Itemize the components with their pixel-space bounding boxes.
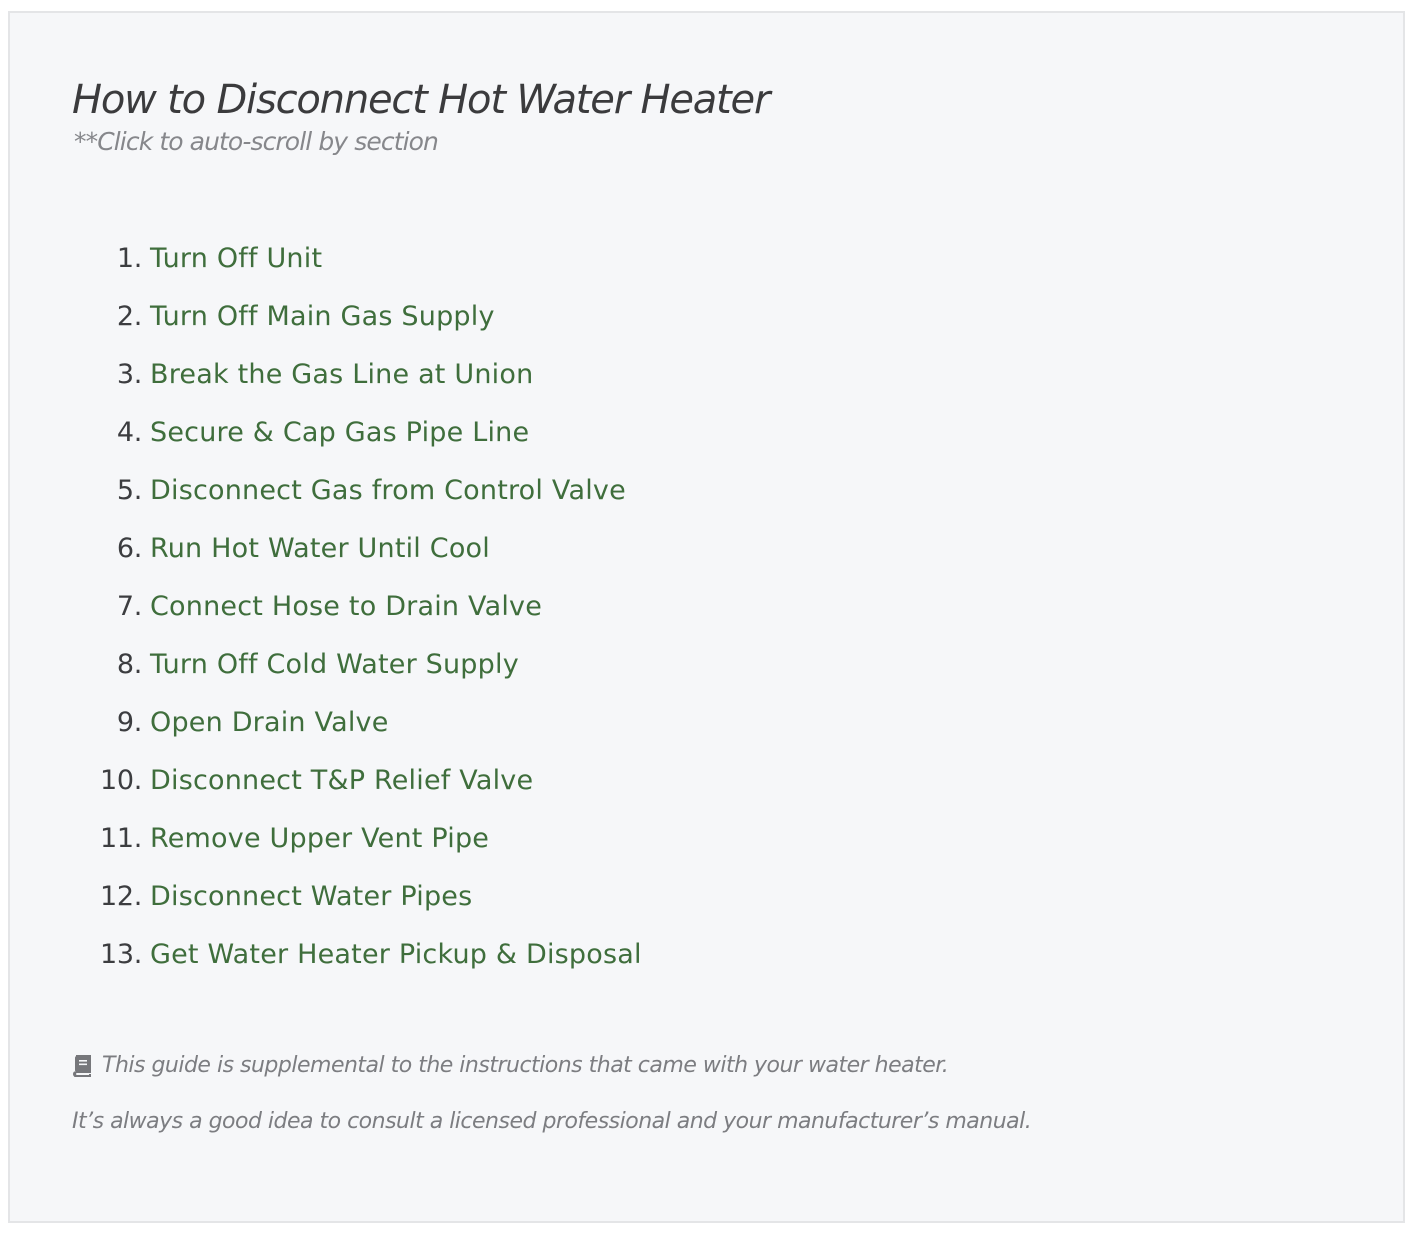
- step-number: 4.: [116, 416, 142, 448]
- step-number: 11.: [99, 822, 142, 854]
- step-number: 1.: [116, 242, 142, 274]
- step-link[interactable]: Disconnect Gas from Control Valve: [150, 475, 626, 506]
- step-number: 10.: [99, 764, 142, 796]
- step-link[interactable]: Turn Off Unit: [150, 243, 322, 274]
- step-link[interactable]: Turn Off Main Gas Supply: [150, 301, 495, 332]
- step-item: 1. Turn Off Unit: [90, 229, 642, 287]
- step-item: 13. Get Water Heater Pickup & Disposal: [90, 925, 642, 983]
- step-number: 5.: [116, 474, 142, 506]
- step-number: 6.: [116, 532, 142, 564]
- step-number: 7.: [116, 590, 142, 622]
- step-item: 11. Remove Upper Vent Pipe: [90, 809, 642, 867]
- step-number: 8.: [116, 648, 142, 680]
- book-icon: [72, 1054, 92, 1077]
- guide-title: How to Disconnect Hot Water Heater: [72, 77, 770, 123]
- step-number: 13.: [99, 938, 142, 970]
- step-item: 10. Disconnect T&P Relief Valve: [90, 751, 642, 809]
- step-link[interactable]: Break the Gas Line at Union: [150, 359, 533, 390]
- step-item: 3. Break the Gas Line at Union: [90, 345, 642, 403]
- supplemental-text: This guide is supplemental to the instru…: [102, 1053, 949, 1078]
- step-item: 8. Turn Off Cold Water Supply: [90, 635, 642, 693]
- step-item: 5. Disconnect Gas from Control Valve: [90, 461, 642, 519]
- guide-subtitle: **Click to auto-scroll by section: [74, 127, 439, 156]
- step-item: 9. Open Drain Valve: [90, 693, 642, 751]
- step-link[interactable]: Get Water Heater Pickup & Disposal: [150, 939, 642, 970]
- step-link[interactable]: Remove Upper Vent Pipe: [150, 823, 489, 854]
- step-link[interactable]: Connect Hose to Drain Valve: [150, 591, 542, 622]
- steps-list: 1. Turn Off Unit 2. Turn Off Main Gas Supp…: [90, 229, 642, 983]
- step-number: 3.: [116, 358, 142, 390]
- step-link[interactable]: Run Hot Water Until Cool: [150, 533, 490, 564]
- step-link[interactable]: Disconnect T&P Relief Valve: [150, 765, 533, 796]
- step-item: 2. Turn Off Main Gas Supply: [90, 287, 642, 345]
- step-item: 7. Connect Hose to Drain Valve: [90, 577, 642, 635]
- step-number: 9.: [116, 706, 142, 738]
- consult-note: It’s always a good idea to consult a lic…: [72, 1109, 1032, 1134]
- step-link[interactable]: Turn Off Cold Water Supply: [150, 649, 519, 680]
- step-number: 2.: [116, 300, 142, 332]
- step-item: 6. Run Hot Water Until Cool: [90, 519, 642, 577]
- step-item: 4. Secure & Cap Gas Pipe Line: [90, 403, 642, 461]
- step-item: 12. Disconnect Water Pipes: [90, 867, 642, 925]
- step-link[interactable]: Secure & Cap Gas Pipe Line: [150, 417, 529, 448]
- step-link[interactable]: Open Drain Valve: [150, 707, 389, 738]
- step-link[interactable]: Disconnect Water Pipes: [150, 881, 472, 912]
- supplemental-note: This guide is supplemental to the instru…: [72, 1053, 949, 1078]
- table-of-contents-box: How to Disconnect Hot Water Heater **Cli…: [8, 11, 1405, 1223]
- step-number: 12.: [99, 880, 142, 912]
